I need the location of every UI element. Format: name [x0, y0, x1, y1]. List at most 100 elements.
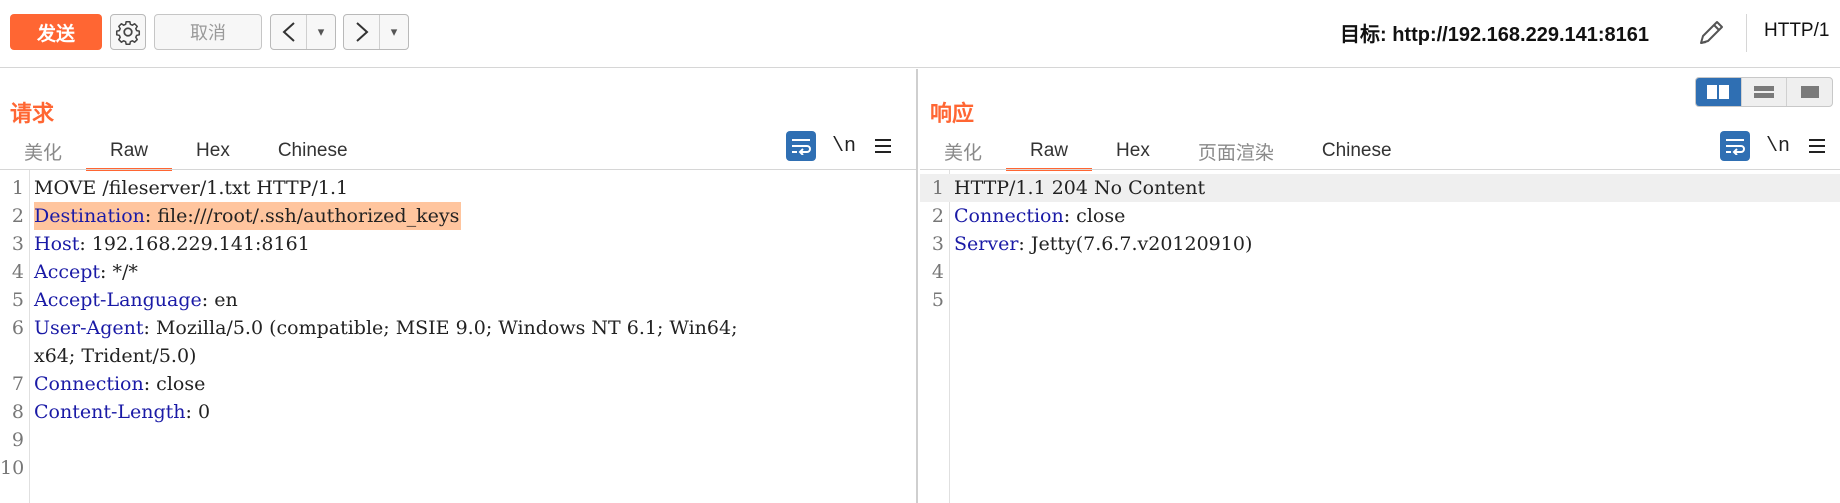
code-line[interactable]: 4 [920, 258, 1840, 286]
code-text: Destination: file:///root/.ssh/authorize… [34, 202, 462, 230]
header-value: : Mozilla/5.0 (compatible; MSIE 9.0; Win… [143, 317, 738, 339]
gear-icon [115, 20, 141, 45]
header-value: : 0 [185, 401, 211, 423]
code-text: Content-Length: 0 [34, 398, 210, 426]
code-text: Connection: close [954, 202, 1125, 230]
code-line[interactable]: 3 Host: 192.168.229.141:8161 [0, 230, 916, 258]
hamburger-menu-icon[interactable] [1806, 135, 1828, 157]
back-button[interactable]: ▾ [270, 14, 336, 50]
header-value: : */* [100, 261, 138, 283]
line-number: 9 [11, 429, 24, 451]
header-value: : Jetty(7.6.7.v20120910) [1018, 233, 1253, 255]
line-number: 2 [11, 205, 24, 227]
header-value: : close [143, 373, 206, 395]
forward-arrow-icon[interactable] [344, 15, 380, 49]
http-version-label[interactable]: HTTP/1 [1764, 20, 1829, 42]
code-text: Accept-Language: en [34, 286, 238, 314]
code-line[interactable]: 1 HTTP/1.1 204 No Content [920, 174, 1840, 202]
header-name: Server [954, 233, 1019, 255]
code-line[interactable]: 10 [0, 454, 916, 482]
request-title: 请求 [10, 102, 55, 127]
response-title: 响应 [930, 102, 975, 127]
line-number: 5 [931, 289, 944, 311]
word-wrap-icon[interactable] [1719, 131, 1750, 161]
line-number: 7 [11, 373, 24, 395]
code-line[interactable]: 2 Destination: file:///root/.ssh/authoriz… [0, 202, 916, 230]
header-value: : close [1063, 205, 1126, 227]
line-number: 2 [931, 205, 944, 227]
response-editor[interactable]: 1 HTTP/1.1 204 No Content 2 Connection: clo… [920, 170, 1840, 503]
code-line[interactable]: 5 [920, 286, 1840, 314]
header-name: Host [34, 233, 80, 255]
line-number: 4 [931, 261, 944, 283]
line-number: 8 [11, 401, 24, 423]
line-number: 10 [0, 457, 25, 479]
tab-raw[interactable]: Raw [1006, 133, 1093, 171]
header-name: User-Agent [34, 317, 144, 339]
code-line[interactable]: 9 [0, 426, 916, 454]
code-text: User-Agent: Mozilla/5.0 (compatible; MSI… [34, 314, 738, 342]
line-number: 5 [11, 289, 24, 311]
request-tabs: 美化 Raw Hex Chinese [0, 133, 372, 171]
tab-pretty[interactable]: 美化 [0, 133, 86, 169]
pencil-icon[interactable] [1694, 16, 1728, 50]
tab-hex[interactable]: Hex [172, 133, 254, 169]
code-line[interactable]: 5 Accept-Language: en [0, 286, 916, 314]
header-value: : file:///root/.ssh/authorized_keys [144, 205, 460, 227]
header-value: : en [201, 289, 238, 311]
line-number: 6 [11, 317, 24, 339]
word-wrap-icon[interactable] [785, 131, 816, 161]
code-line[interactable]: x64; Trident/5.0) [0, 342, 916, 370]
tab-chinese[interactable]: Chinese [254, 133, 372, 169]
request-editor[interactable]: 1 MOVE /fileserver/1.txt HTTP/1.1 2 Destina… [0, 170, 916, 503]
code-text: MOVE /fileserver/1.txt HTTP/1.1 [34, 177, 349, 199]
request-pane: 请求 美化 Raw Hex Chinese \n 1 MOVE /fileserver/… [0, 69, 918, 503]
request-tools: \n [785, 131, 894, 161]
send-button[interactable]: 发送 [10, 14, 102, 50]
response-pane: 响应 美化 Raw Hex 页面渲染 Chinese \n 1 HTTP/1.1 204 … [920, 69, 1840, 503]
code-line[interactable]: 7 Connection: close [0, 370, 916, 398]
toolbar: 发送 取消 ▾ ▾ 目标: http://192.168.229.141:816… [0, 0, 1840, 68]
back-arrow-icon[interactable] [271, 15, 307, 49]
code-text: HTTP/1.1 204 No Content [954, 177, 1206, 199]
forward-dropdown-icon[interactable]: ▾ [380, 25, 408, 40]
header-name: Accept [34, 261, 101, 283]
tab-hex[interactable]: Hex [1092, 133, 1174, 169]
target-url: 目标: http://192.168.229.141:8161 [1340, 24, 1650, 46]
line-number: 3 [11, 233, 24, 255]
header-name: Content-Length [34, 401, 186, 423]
code-line[interactable]: 8 Content-Length: 0 [0, 398, 916, 426]
code-text: Accept: */* [34, 258, 138, 286]
tab-pretty[interactable]: 美化 [920, 133, 1006, 169]
code-line[interactable]: 4 Accept: */* [0, 258, 916, 286]
forward-button[interactable]: ▾ [343, 14, 409, 50]
code-line[interactable]: 1 MOVE /fileserver/1.txt HTTP/1.1 [0, 174, 916, 202]
code-line[interactable]: 2 Connection: close [920, 202, 1840, 230]
toolbar-divider [1746, 14, 1747, 52]
back-dropdown-icon[interactable]: ▾ [307, 25, 335, 40]
code-line[interactable]: 3 Server: Jetty(7.6.7.v20120910) [920, 230, 1840, 258]
response-tools: \n [1719, 131, 1828, 161]
tab-render[interactable]: 页面渲染 [1174, 133, 1298, 169]
cancel-button[interactable]: 取消 [154, 14, 262, 50]
line-number: 3 [931, 233, 944, 255]
code-text: x64; Trident/5.0) [34, 345, 197, 367]
response-tabs: 美化 Raw Hex 页面渲染 Chinese [920, 133, 1416, 171]
newline-toggle[interactable]: \n [832, 135, 856, 158]
line-number: 4 [11, 261, 24, 283]
code-text: Server: Jetty(7.6.7.v20120910) [954, 230, 1252, 258]
hamburger-menu-icon[interactable] [872, 135, 894, 157]
code-text: Connection: close [34, 370, 205, 398]
header-name: Connection [954, 205, 1064, 227]
line-number: 1 [931, 177, 944, 199]
header-name: Connection [34, 373, 144, 395]
code-text: Host: 192.168.229.141:8161 [34, 230, 310, 258]
tab-chinese[interactable]: Chinese [1298, 133, 1416, 169]
newline-toggle[interactable]: \n [1766, 135, 1790, 158]
header-value: : 192.168.229.141:8161 [79, 233, 310, 255]
header-name: Destination [34, 205, 145, 227]
tab-raw[interactable]: Raw [86, 133, 173, 171]
line-number: 1 [11, 177, 24, 199]
code-line[interactable]: 6 User-Agent: Mozilla/5.0 (compatible; MS… [0, 314, 916, 342]
settings-button[interactable] [110, 14, 146, 50]
